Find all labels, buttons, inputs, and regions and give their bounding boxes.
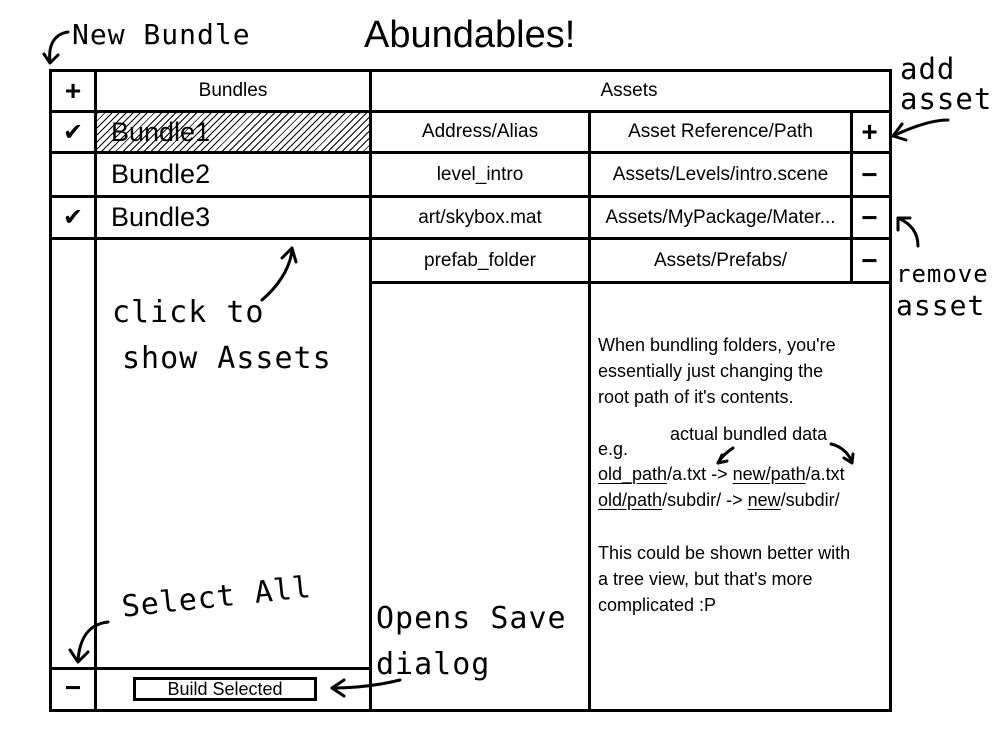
- arrow-icon: [48, 30, 70, 64]
- arrow-icon: [76, 620, 110, 662]
- arrow-icon: [891, 118, 950, 138]
- annotation-arrows: [42, 30, 950, 698]
- arrow-icon: [896, 216, 920, 248]
- arrow-icon: [260, 248, 294, 302]
